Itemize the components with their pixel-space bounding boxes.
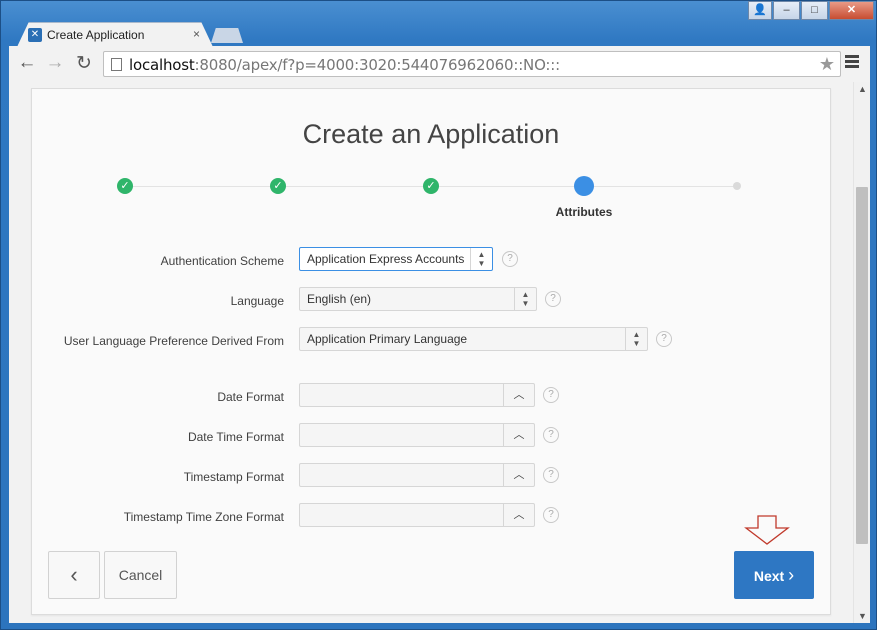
cancel-button[interactable]: Cancel: [104, 551, 177, 599]
authentication-scheme-label: Authentication Scheme: [160, 254, 284, 268]
wizard-step-current: [574, 176, 594, 196]
url-text[interactable]: localhost:8080/apex/f?p=4000:3020:544076…: [129, 56, 560, 74]
select-chevron-icon: ▲ ▼: [470, 248, 492, 270]
scrollbar-thumb[interactable]: [856, 187, 868, 544]
language-value: English (en): [307, 292, 372, 306]
maximize-button[interactable]: □: [801, 1, 828, 20]
timestamp-tz-format-picker-button[interactable]: ︿: [503, 504, 534, 526]
forward-arrow-icon[interactable]: →: [43, 52, 67, 74]
language-select[interactable]: English (en) ▲ ▼: [299, 287, 537, 311]
browser-tab[interactable]: ✕ Create Application ×: [17, 22, 213, 47]
date-format-label: Date Format: [217, 390, 284, 404]
next-button[interactable]: Next ›: [734, 551, 814, 599]
wizard-step-2-check-icon: ✓: [270, 178, 286, 194]
new-tab-button[interactable]: [211, 28, 243, 43]
select-chevron-icon: ▲ ▼: [514, 288, 536, 310]
page-viewport: ▲ ▼ Create an Application ✓ ✓ ✓ Attribut…: [9, 82, 870, 623]
window-controls: 👤 – □ ✕: [748, 1, 874, 20]
scroll-down-icon[interactable]: ▼: [858, 611, 867, 621]
wizard-step-3-check-icon: ✓: [423, 178, 439, 194]
apex-favicon-icon: ✕: [28, 28, 42, 42]
user-language-preference-help-icon[interactable]: ?: [656, 331, 672, 347]
page-icon: [111, 58, 122, 71]
timestamp-format-picker-button[interactable]: ︿: [503, 464, 534, 486]
tab-title: Create Application: [47, 28, 145, 42]
tab-close-icon[interactable]: ×: [193, 27, 200, 41]
timestamp-format-field[interactable]: ︿: [299, 463, 535, 487]
previous-button[interactable]: ‹: [48, 551, 100, 599]
close-window-button[interactable]: ✕: [829, 1, 874, 20]
vertical-scrollbar[interactable]: ▲ ▼: [853, 82, 870, 623]
user-language-preference-label: User Language Preference Derived From: [63, 334, 284, 348]
authentication-scheme-value: Application Express Accounts: [307, 252, 465, 266]
timestamp-format-help-icon[interactable]: ?: [543, 467, 559, 483]
language-label: Language: [230, 294, 284, 308]
url-path: :8080/apex/f?p=4000:3020:544076962060::N…: [194, 56, 561, 74]
date-time-format-field[interactable]: ︿: [299, 423, 535, 447]
page-title: Create an Application: [302, 119, 560, 149]
url-host: localhost: [129, 56, 195, 74]
user-profile-button[interactable]: 👤: [748, 1, 772, 20]
minimize-button[interactable]: –: [773, 1, 800, 20]
timestamp-tz-format-field[interactable]: ︿: [299, 503, 535, 527]
user-language-preference-value: Application Primary Language: [307, 332, 468, 346]
scroll-up-icon[interactable]: ▲: [858, 84, 867, 94]
wizard-step-1-check-icon: ✓: [117, 178, 133, 194]
browser-toolbar: ← → ↻ localhost:8080/apex/f?p=4000:3020:…: [9, 46, 870, 82]
authentication-scheme-select[interactable]: Application Express Accounts ▲ ▼: [299, 247, 493, 271]
user-language-preference-select[interactable]: Application Primary Language ▲ ▼: [299, 327, 648, 351]
authentication-scheme-help-icon[interactable]: ?: [502, 251, 518, 267]
date-time-format-label: Date Time Format: [187, 430, 284, 444]
date-format-field[interactable]: ︿: [299, 383, 535, 407]
date-format-help-icon[interactable]: ?: [543, 387, 559, 403]
reload-icon[interactable]: ↻: [72, 52, 96, 75]
timestamp-tz-format-help-icon[interactable]: ?: [543, 507, 559, 523]
language-help-icon[interactable]: ?: [545, 291, 561, 307]
chevron-right-icon: ›: [788, 565, 795, 585]
timestamp-tz-format-label: Timestamp Time Zone Format: [123, 510, 284, 524]
date-format-picker-button[interactable]: ︿: [503, 384, 534, 406]
back-arrow-icon[interactable]: ←: [15, 52, 39, 74]
browser-menu-icon[interactable]: [845, 55, 859, 70]
browser-window: ✕ Create Application × 👤 – □ ✕ ← → ↻ loc…: [0, 0, 877, 630]
date-time-format-picker-button[interactable]: ︿: [503, 424, 534, 446]
timestamp-format-label: Timestamp Format: [183, 470, 284, 484]
wizard-card: Create an Application ✓ ✓ ✓ Attributes A…: [31, 88, 831, 615]
select-chevron-icon: ▲ ▼: [625, 328, 647, 350]
address-bar[interactable]: localhost:8080/apex/f?p=4000:3020:544076…: [103, 51, 841, 77]
bookmark-star-icon[interactable]: ★: [819, 54, 835, 75]
wizard-step-label: Attributes: [555, 205, 613, 219]
annotation-down-arrow-icon: [744, 515, 790, 545]
wizard-step-future: [733, 182, 741, 190]
next-button-label: Next: [753, 568, 785, 584]
date-time-format-help-icon[interactable]: ?: [543, 427, 559, 443]
